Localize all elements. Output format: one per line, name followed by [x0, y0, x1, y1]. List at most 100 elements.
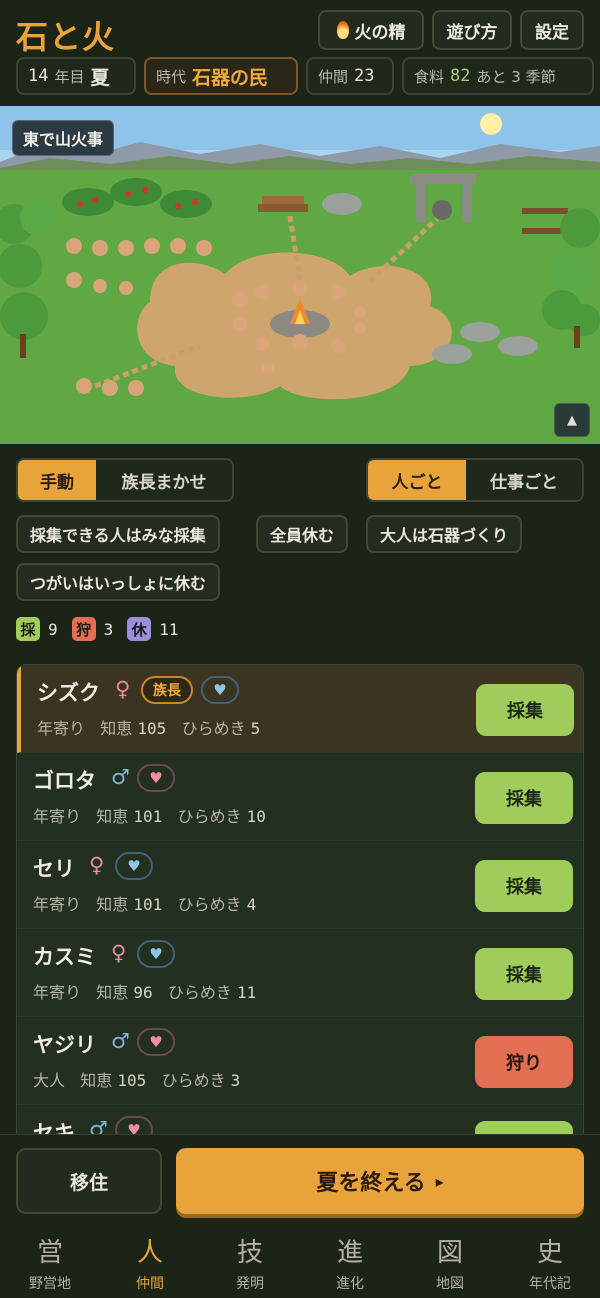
camp-icon: 営 — [36, 1237, 63, 1268]
members-stat: 仲間 23 — [306, 57, 394, 95]
nav-evolution[interactable]: 進 進化 — [300, 1226, 400, 1298]
member-row[interactable]: ゴロタ ♂ ♥ 年寄り 知恵 101 ひらめき 10 採集 — [17, 753, 583, 841]
map-icon: 図 — [436, 1237, 463, 1268]
rock-2 — [498, 336, 538, 356]
history-icon: 史 — [536, 1237, 563, 1268]
person-icon: 人 — [136, 1237, 163, 1268]
member-stats: 年寄り 知恵 105 ひらめき 5 — [37, 719, 261, 738]
play-arrow-icon: ▸ — [435, 1171, 444, 1191]
nav-label: 地図 — [436, 1275, 464, 1292]
job-counts: 採 9 狩 3 休 11 — [16, 617, 185, 641]
preset-chip-all-gather[interactable]: 採集できる人はみな採集 — [16, 515, 220, 553]
season-value: 夏 — [90, 66, 110, 89]
view-job-option[interactable]: 仕事ごと — [466, 460, 582, 500]
hunt-count: 3 — [103, 619, 114, 639]
job-button[interactable] — [475, 1121, 573, 1134]
job-button[interactable]: 狩り — [475, 1036, 573, 1088]
member-name: カスミ — [33, 945, 96, 969]
flame-icon — [336, 21, 349, 39]
job-button[interactable]: 採集 — [475, 772, 573, 824]
nav-map[interactable]: 図 地図 — [400, 1226, 500, 1298]
dolmen-right — [462, 184, 472, 222]
era-stat: 時代 石器の民 — [144, 57, 298, 95]
heart-icon[interactable]: ♥ — [137, 1028, 175, 1056]
dolmen-left — [416, 184, 426, 222]
year-value: 14 — [28, 66, 49, 86]
mode-auto-option[interactable]: 族長まかせ — [96, 460, 232, 500]
male-icon: ♂ — [89, 1117, 108, 1134]
member-stats: 年寄り 知恵 101 ひらめき 10 — [33, 807, 266, 826]
job-button[interactable]: 採集 — [475, 948, 573, 1000]
preset-chip-pairs-rest[interactable]: つがいはいっしょに休む — [16, 563, 221, 601]
mode-toggle: 手動 族長まかせ — [16, 458, 234, 502]
rock-1 — [460, 322, 500, 342]
chief-badge: 族長 — [141, 676, 193, 704]
food-remaining: あと 3 季節 — [476, 67, 556, 86]
hunt-count-badge: 狩 — [71, 617, 96, 641]
female-icon: ♀ — [111, 941, 127, 965]
log-pile-base — [258, 204, 308, 212]
log-pile — [262, 196, 304, 204]
nav-label: 発明 — [236, 1275, 264, 1292]
job-button[interactable]: 採集 — [476, 684, 574, 736]
preset-chip-adults-stone[interactable]: 大人は石器づくり — [366, 515, 523, 553]
nav-chronicle[interactable]: 史 年代記 — [500, 1226, 600, 1298]
migrate-button[interactable]: 移住 — [16, 1148, 162, 1214]
member-row[interactable]: セキ ♂ ♥ — [17, 1105, 583, 1134]
fire-spirit-label: 火の精 — [354, 22, 406, 43]
members-label: 仲間 — [318, 67, 349, 86]
era-label: 時代 — [156, 67, 187, 86]
nav-label: 野営地 — [29, 1275, 71, 1292]
preset-chip-all-rest[interactable]: 全員休む — [256, 515, 349, 553]
header: 石と火 火の精 遊び方 設定 14 年目 夏 時代 石器の民 仲間 23 食料 … — [0, 0, 600, 106]
member-row[interactable]: カスミ ♀ ♥ 年寄り 知恵 96 ひらめき 11 採集 — [17, 929, 583, 1017]
nav-members[interactable]: 人 仲間 — [100, 1226, 200, 1298]
members-value: 23 — [354, 66, 375, 86]
nav-label: 年代記 — [529, 1275, 571, 1292]
end-season-button[interactable]: 夏を終える ▸ — [176, 1148, 584, 1214]
end-season-label: 夏を終える — [316, 1171, 426, 1196]
view-person-option[interactable]: 人ごと — [368, 460, 466, 500]
member-row[interactable]: ヤジリ ♂ ♥ 大人 知恵 105 ひらめき 3 狩り — [17, 1017, 583, 1105]
fence-top — [522, 208, 568, 214]
member-name: ヤジリ — [33, 1033, 96, 1057]
game-title: 石と火 — [16, 18, 116, 56]
heart-icon[interactable]: ♥ — [115, 1116, 153, 1134]
member-stats: 年寄り 知恵 101 ひらめき 4 — [33, 895, 257, 914]
skill-icon: 技 — [236, 1237, 263, 1268]
dolmen-top — [410, 174, 476, 184]
fire-spirit-button[interactable]: 火の精 — [318, 10, 424, 50]
food-stat: 食料 82 あと 3 季節 — [402, 57, 594, 95]
female-icon: ♀ — [89, 853, 105, 877]
member-list[interactable]: シズク ♀ 族長 ♥ 年寄り 知恵 105 ひらめき 5 採集 ゴロタ ♂ ♥ … — [16, 664, 584, 1134]
camp-scene[interactable] — [0, 106, 600, 444]
collapse-scene-button[interactable]: ▲ — [554, 403, 590, 437]
job-button[interactable]: 採集 — [475, 860, 573, 912]
heart-icon[interactable]: ♥ — [137, 940, 175, 968]
heart-icon[interactable]: ♥ — [201, 676, 239, 704]
mode-manual-option[interactable]: 手動 — [18, 460, 96, 500]
settings-button[interactable]: 設定 — [520, 10, 584, 50]
heart-icon[interactable]: ♥ — [115, 852, 153, 880]
nav-label: 進化 — [336, 1275, 364, 1292]
member-stats: 年寄り 知恵 96 ひらめき 11 — [33, 983, 257, 1002]
howto-button[interactable]: 遊び方 — [432, 10, 512, 50]
rest-count: 11 — [159, 619, 179, 639]
member-row[interactable]: シズク ♀ 族長 ♥ 年寄り 知恵 105 ひらめき 5 採集 — [17, 665, 583, 753]
male-icon: ♂ — [111, 1029, 130, 1053]
stone-pot — [432, 200, 452, 220]
heart-icon[interactable]: ♥ — [137, 764, 175, 792]
nav-camp[interactable]: 営 野営地 — [0, 1226, 100, 1298]
bottom-nav: 営 野営地 人 仲間 技 発明 進 進化 図 地図 史 年代記 — [0, 1226, 600, 1298]
year-unit: 年目 — [54, 67, 85, 86]
male-icon: ♂ — [111, 765, 130, 789]
rock-3 — [432, 344, 472, 364]
nav-inventions[interactable]: 技 発明 — [200, 1226, 300, 1298]
member-name: シズク — [37, 681, 100, 705]
rest-count-badge: 休 — [127, 617, 152, 641]
member-name: セキ — [33, 1121, 75, 1134]
boulder — [322, 193, 362, 215]
female-icon: ♀ — [115, 677, 131, 701]
gather-count: 9 — [48, 619, 58, 639]
member-row[interactable]: セリ ♀ ♥ 年寄り 知恵 101 ひらめき 4 採集 — [17, 841, 583, 929]
